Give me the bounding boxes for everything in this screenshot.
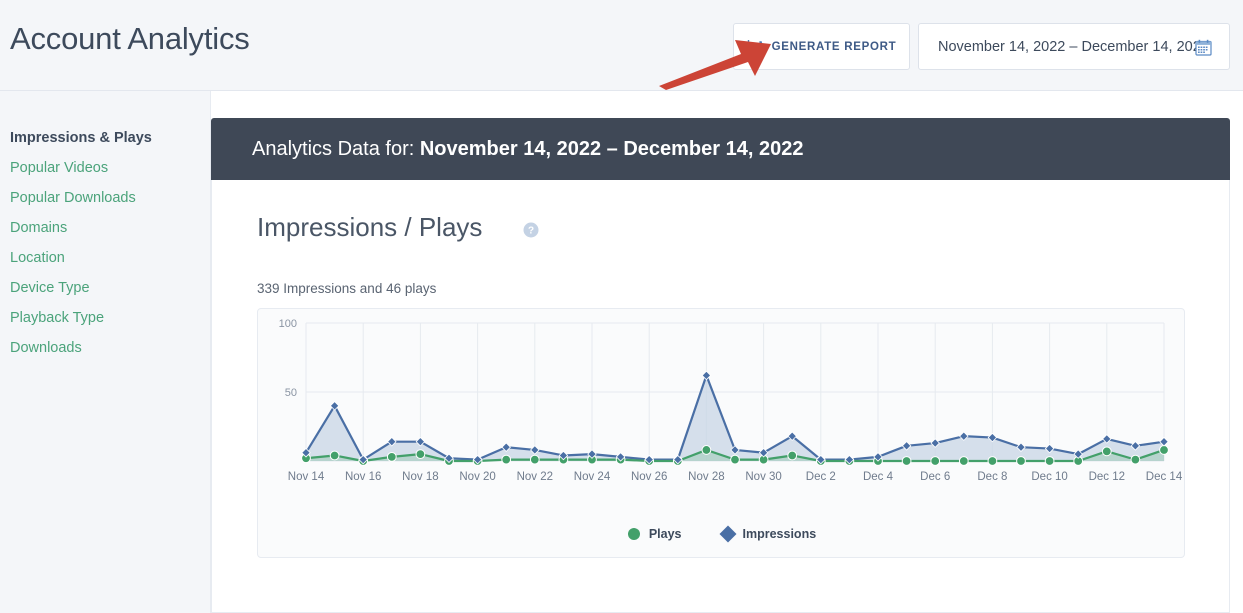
svg-text:Nov 14: Nov 14 [288,471,325,483]
svg-text:Dec 12: Dec 12 [1089,471,1125,483]
svg-text:Nov 22: Nov 22 [517,471,553,483]
analytics-data-header-range: November 14, 2022 – December 14, 2022 [419,137,804,160]
sidebar-item-popular-downloads[interactable]: Popular Downloads [0,183,210,213]
svg-text:50: 50 [285,387,297,399]
generate-report-label: GENERATE REPORT [771,40,897,53]
sidebar: Impressions & Plays Popular Videos Popul… [0,91,211,613]
svg-text:Nov 28: Nov 28 [688,471,724,483]
green-circle-icon [627,528,640,540]
top-bar: Account Analytics GENERATE REPORT Novemb… [0,0,1243,91]
date-range-picker[interactable]: November 14, 2022 – December 14, 2022 [918,23,1230,70]
analytics-data-header-text: Analytics Data for: November 14, 2022 – … [252,138,803,161]
svg-text:Nov 18: Nov 18 [402,471,438,483]
svg-text:Dec 8: Dec 8 [977,471,1007,483]
page-title: Account Analytics [10,21,250,56]
summary-text: 339 Impressions and 46 plays [257,281,437,296]
sidebar-item-domains[interactable]: Domains [0,213,210,243]
section-title: Impressions / Plays [257,212,483,242]
blue-diamond-icon [719,525,737,543]
chart-svg: 50 100 Nov 14 Nov 16 Nov 18 Nov 20 Nov 22 Nov 2… [279,318,1183,483]
svg-text:Dec 6: Dec 6 [920,471,950,483]
svg-text:?: ? [528,226,534,237]
svg-text:Dec 14: Dec 14 [1146,471,1183,483]
legend-entry-impressions[interactable]: Impressions [719,525,817,543]
svg-text:Dec 2: Dec 2 [806,471,836,483]
generate-report-button[interactable]: GENERATE REPORT [733,23,910,70]
sidebar-item-location[interactable]: Location [0,243,210,273]
legend-label-impressions: Impressions [742,527,817,541]
svg-text:100: 100 [279,318,297,330]
sidebar-item-popular-videos[interactable]: Popular Videos [0,153,210,183]
legend-label-plays: Plays [648,527,682,541]
analytics-data-header-prefix: Analytics Data for: [252,137,415,160]
sidebar-item-device-type[interactable]: Device Type [0,273,210,303]
sidebar-item-downloads[interactable]: Downloads [0,333,210,363]
chart-legend: Plays Impressions [258,525,1186,543]
line-chart-icon [747,39,764,54]
sidebar-item-impressions-plays[interactable]: Impressions & Plays [0,123,210,153]
svg-text:Nov 24: Nov 24 [574,471,611,483]
svg-text:Nov 16: Nov 16 [345,471,381,483]
date-range-value: November 14, 2022 – December 14, 2022 [938,38,1209,55]
analytics-data-header: Analytics Data for: November 14, 2022 – … [211,118,1230,180]
svg-text:Dec 4: Dec 4 [863,471,894,483]
svg-text:Nov 20: Nov 20 [459,471,495,483]
impressions-plays-chart[interactable]: 50 100 Nov 14 Nov 16 Nov 18 Nov 20 Nov 22 Nov 2… [257,308,1185,558]
svg-text:Nov 30: Nov 30 [745,471,781,483]
svg-text:Dec 10: Dec 10 [1031,471,1067,483]
main-content: Analytics Data for: November 14, 2022 – … [211,91,1243,613]
svg-text:Nov 26: Nov 26 [631,471,667,483]
sidebar-item-playback-type[interactable]: Playback Type [0,303,210,333]
legend-entry-plays[interactable]: Plays [627,527,682,541]
question-mark-circle-icon[interactable]: ? [523,222,539,238]
impressions-plays-card: Impressions / Plays ? 339 Impressions an… [211,180,1230,613]
analytics-page: Account Analytics GENERATE REPORT Novemb… [0,0,1243,613]
